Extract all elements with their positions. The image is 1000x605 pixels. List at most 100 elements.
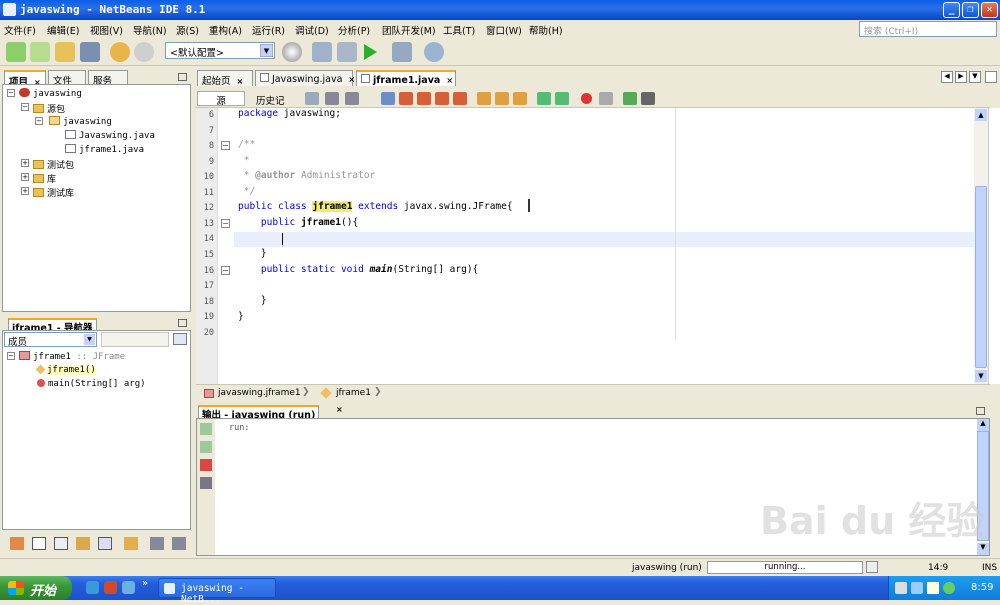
maximize-editor-icon[interactable] bbox=[985, 71, 997, 83]
tree-test-packages[interactable]: 测试包 bbox=[33, 158, 74, 171]
fold-toggle-icon[interactable]: − bbox=[221, 266, 230, 275]
search-input[interactable]: 搜索 (Ctrl+I) bbox=[859, 21, 997, 37]
cancel-progress-icon[interactable] bbox=[866, 561, 878, 573]
expand-icon[interactable]: + bbox=[21, 173, 29, 181]
scroll-up-icon[interactable]: ▲ bbox=[977, 419, 989, 431]
clean-build-icon[interactable] bbox=[337, 42, 357, 62]
close-icon[interactable]: × bbox=[348, 75, 355, 84]
minimize-panel-icon[interactable] bbox=[178, 73, 187, 81]
tree-project-root[interactable]: javaswing bbox=[19, 88, 82, 99]
collapse-icon[interactable]: − bbox=[7, 352, 15, 360]
scroll-left-icon[interactable]: ◀ bbox=[941, 71, 953, 83]
scroll-right-icon[interactable]: ▶ bbox=[955, 71, 967, 83]
redo-icon[interactable] bbox=[134, 42, 154, 62]
last-edit-icon[interactable] bbox=[305, 92, 319, 105]
menu-tools[interactable]: 工具(T) bbox=[443, 23, 475, 37]
minimize-button[interactable]: _ bbox=[943, 2, 960, 18]
new-project-icon[interactable] bbox=[30, 42, 50, 62]
uncomment-icon[interactable] bbox=[641, 92, 655, 105]
collapse-icon[interactable]: − bbox=[21, 103, 29, 111]
menu-edit[interactable]: 编辑(E) bbox=[47, 23, 79, 37]
find-prev-icon[interactable] bbox=[399, 92, 413, 105]
menu-view[interactable]: 视图(V) bbox=[90, 23, 123, 37]
app-icon[interactable] bbox=[104, 581, 117, 594]
shift-left-icon[interactable] bbox=[537, 92, 551, 105]
close-icon[interactable]: × bbox=[237, 77, 244, 86]
scroll-down-icon[interactable]: ▼ bbox=[975, 370, 987, 382]
split-icon[interactable] bbox=[54, 537, 68, 550]
tree-file-jframe1[interactable]: jframe1.java bbox=[65, 144, 144, 155]
rerun-icon[interactable] bbox=[200, 423, 212, 435]
breadcrumb-item[interactable]: jframe1 bbox=[336, 388, 371, 398]
navigator-member-main[interactable]: main(String[] arg) bbox=[37, 379, 146, 389]
run-icon[interactable] bbox=[364, 44, 377, 60]
toggle-highlight-icon[interactable] bbox=[435, 92, 449, 105]
collapse-icon[interactable]: − bbox=[7, 89, 15, 97]
tree-package-javaswing[interactable]: javaswing bbox=[49, 116, 112, 127]
menu-refactor[interactable]: 重构(A) bbox=[209, 23, 242, 37]
menu-navigate[interactable]: 导航(N) bbox=[133, 23, 167, 37]
ie-icon[interactable] bbox=[86, 581, 99, 594]
maximize-button[interactable]: ❐ bbox=[962, 2, 979, 18]
prev-bookmark-icon[interactable] bbox=[477, 92, 491, 105]
tab-source[interactable]: 源 bbox=[197, 91, 245, 107]
taskbar-netbeans-button[interactable]: javaswing - NetB... bbox=[158, 578, 276, 605]
rerun-with-args-icon[interactable] bbox=[200, 441, 212, 453]
toggle-bookmark-icon[interactable] bbox=[513, 92, 527, 105]
chevron-down-icon[interactable]: ▼ bbox=[260, 44, 273, 57]
globe-icon[interactable] bbox=[282, 42, 302, 62]
next-bookmark-icon[interactable] bbox=[495, 92, 509, 105]
lock-icon[interactable] bbox=[76, 537, 90, 550]
layout-icon[interactable] bbox=[173, 333, 187, 345]
tab-javaswing-java[interactable]: Javaswing.java × bbox=[255, 70, 355, 86]
menu-debug[interactable]: 调试(D) bbox=[295, 23, 329, 37]
app-icon[interactable] bbox=[122, 581, 135, 594]
navigator-filter-select[interactable]: 成员 ▼ bbox=[4, 332, 97, 348]
settings-icon[interactable] bbox=[200, 477, 212, 489]
open-project-icon[interactable] bbox=[55, 42, 75, 62]
expand-icon[interactable]: + bbox=[21, 187, 29, 195]
forward-icon[interactable] bbox=[345, 92, 359, 105]
find-icon[interactable] bbox=[381, 92, 395, 105]
back-icon[interactable] bbox=[325, 92, 339, 105]
tree-test-libraries[interactable]: 测试库 bbox=[33, 186, 74, 199]
menu-run[interactable]: 运行(R) bbox=[252, 23, 285, 37]
minimize-panel-icon[interactable] bbox=[976, 407, 985, 415]
code-editor[interactable]: package javaswing; /** * * @author Admin… bbox=[234, 108, 974, 384]
tab-jframe1-java[interactable]: jframe1.java × bbox=[356, 70, 456, 86]
menu-file[interactable]: 文件(F) bbox=[4, 23, 36, 37]
menu-profile[interactable]: 分析(P) bbox=[338, 23, 370, 37]
fold-toggle-icon[interactable]: − bbox=[221, 219, 230, 228]
fold-toggle-icon[interactable]: − bbox=[221, 141, 230, 150]
panel-icon[interactable] bbox=[32, 537, 46, 550]
menu-window[interactable]: 窗口(W) bbox=[486, 23, 522, 37]
navigator-member-constructor[interactable]: jframe1() bbox=[35, 364, 96, 375]
new-file-icon[interactable] bbox=[6, 42, 26, 62]
tree-source-packages[interactable]: 源包 bbox=[33, 102, 65, 115]
bean-icon[interactable] bbox=[124, 537, 138, 550]
tab-start-page[interactable]: 起始页 × bbox=[197, 70, 253, 87]
history-select[interactable] bbox=[101, 332, 169, 347]
tab-history[interactable]: 历史记录 bbox=[247, 91, 297, 121]
tree-file-javaswing[interactable]: Javaswing.java bbox=[65, 130, 155, 141]
save-all-icon[interactable] bbox=[80, 42, 100, 62]
close-icon[interactable]: × bbox=[446, 76, 453, 85]
start-button[interactable]: 开始 bbox=[0, 576, 72, 600]
sort-icon[interactable] bbox=[172, 537, 186, 550]
undo-icon[interactable] bbox=[110, 42, 130, 62]
find-next-icon[interactable] bbox=[417, 92, 431, 105]
network-icon[interactable] bbox=[895, 582, 907, 594]
align-icon[interactable] bbox=[150, 537, 164, 550]
tree-libraries[interactable]: 库 bbox=[33, 172, 56, 185]
menu-source[interactable]: 源(S) bbox=[176, 23, 199, 37]
stop-icon[interactable] bbox=[200, 459, 212, 471]
profile-icon[interactable] bbox=[424, 42, 444, 62]
tab-list-icon[interactable]: ▼ bbox=[969, 71, 981, 83]
record-macro-icon[interactable] bbox=[581, 93, 592, 104]
tray-icon[interactable] bbox=[911, 582, 923, 594]
shift-right-icon[interactable] bbox=[555, 92, 569, 105]
scroll-up-icon[interactable]: ▲ bbox=[975, 109, 987, 121]
navigator-class[interactable]: jframe1 :: JFrame bbox=[19, 351, 125, 362]
breadcrumb-item[interactable]: javaswing.jframe1 bbox=[218, 388, 301, 398]
quicklaunch-more-icon[interactable]: » bbox=[142, 578, 148, 589]
